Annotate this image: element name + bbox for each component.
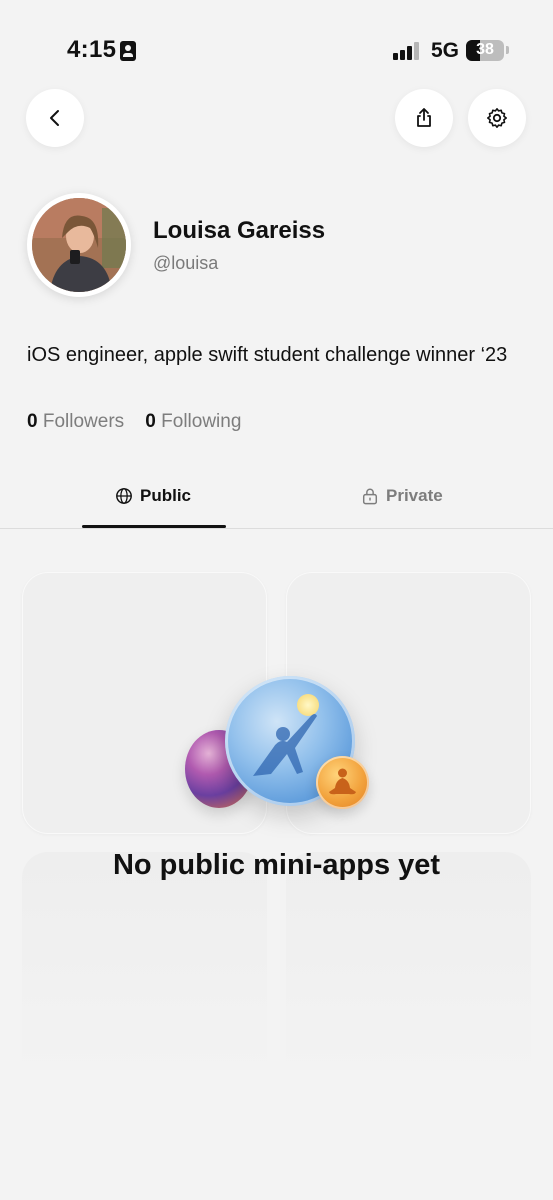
followers-label: Followers [42, 411, 125, 432]
tab-divider [0, 528, 553, 529]
placeholder-card [22, 852, 267, 1114]
status-time: 4:15 [67, 36, 117, 63]
settings-button[interactable] [468, 89, 526, 147]
profile-bio: iOS engineer, apple swift student challe… [27, 344, 508, 366]
following-link[interactable]: 0 Following [145, 411, 241, 432]
id-card-icon [120, 41, 136, 61]
avatar-photo [32, 198, 126, 292]
share-icon [417, 108, 431, 127]
network-type: 5G [431, 39, 460, 62]
lock-icon [362, 488, 378, 505]
chevron-left-icon [50, 110, 59, 126]
tab-private[interactable]: Private [361, 486, 443, 506]
battery-nub [506, 46, 509, 54]
profile-handle: @louisa [153, 253, 219, 273]
following-label: Following [161, 411, 242, 432]
placeholder-card [286, 852, 531, 1114]
tab-public-label: Public [140, 486, 192, 505]
tab-public[interactable]: Public [115, 486, 191, 506]
tab-private-label: Private [386, 486, 443, 505]
follow-stats: 0 Followers 0 Following [27, 411, 241, 433]
status-bar: 4:15 5G 38 [0, 0, 553, 100]
followers-link[interactable]: 0 Followers [27, 411, 124, 432]
meditation-orb-icon [316, 756, 369, 809]
back-button[interactable] [26, 89, 84, 147]
battery-icon: 38 [466, 40, 504, 61]
globe-icon [116, 488, 132, 504]
empty-state-title: No public mini-apps yet [112, 849, 441, 881]
profile-name: Louisa Gareiss [153, 217, 326, 244]
empty-state-illustration [180, 676, 380, 816]
share-button[interactable] [395, 89, 453, 147]
gear-icon [487, 108, 507, 128]
cellular-signal-icon [393, 42, 423, 60]
followers-count: 0 [27, 411, 38, 432]
battery-percent: 38 [476, 41, 494, 58]
avatar[interactable] [27, 193, 131, 297]
following-count: 0 [145, 411, 156, 432]
